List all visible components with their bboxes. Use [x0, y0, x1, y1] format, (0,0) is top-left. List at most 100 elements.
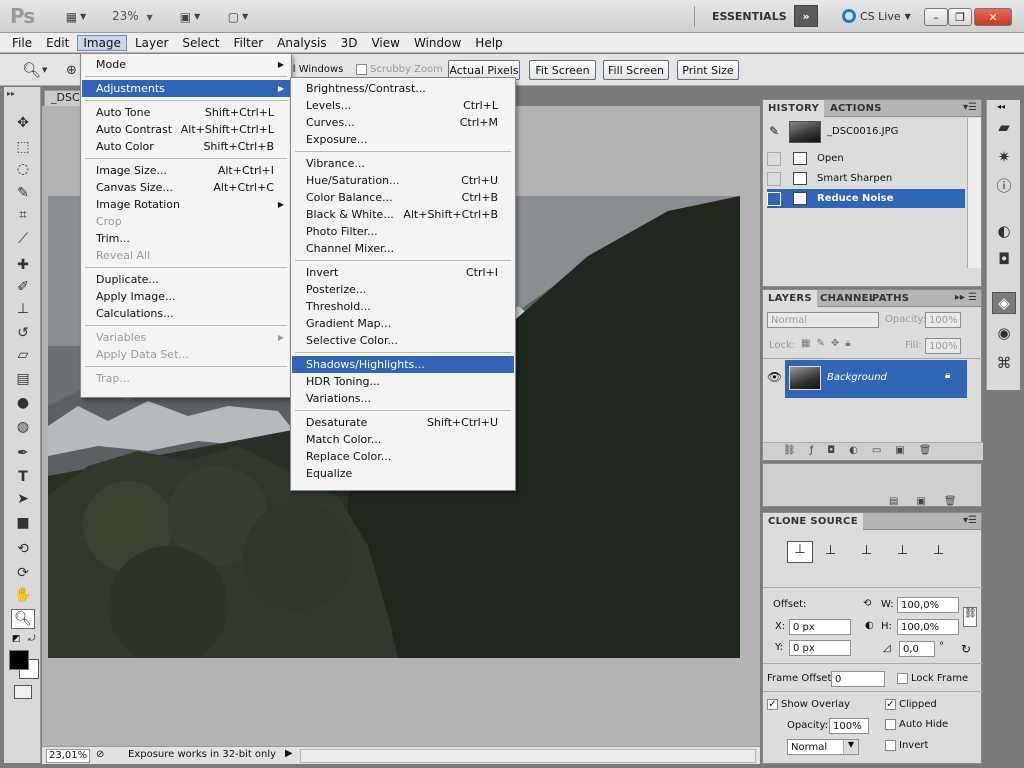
- panel-footer-icons[interactable]: ▤▣🗑: [889, 496, 975, 507]
- image-menu-item[interactable]: Mode ▶: [82, 56, 290, 73]
- panel-menu-icon[interactable]: ▾☰: [963, 515, 977, 526]
- adjustments-menu-item[interactable]: Variations...: [292, 390, 514, 407]
- image-menu-item[interactable]: Duplicate...: [82, 271, 290, 288]
- offset-y-field[interactable]: 0 px: [789, 640, 851, 656]
- menu-analysis[interactable]: Analysis: [271, 35, 332, 51]
- adjustments-menu-item[interactable]: Hue/Saturation... Ctrl+U: [292, 172, 514, 189]
- adjustments-menu-item[interactable]: Invert Ctrl+I: [292, 264, 514, 281]
- layers-footer-icons[interactable]: ⛓ƒ◘◐▭▣🗑: [763, 442, 983, 460]
- clone-source-1-button[interactable]: ⊥: [787, 541, 813, 563]
- invert-checkbox[interactable]: Invert: [885, 740, 928, 751]
- adjustments-menu-item[interactable]: Levels... Ctrl+L: [292, 97, 514, 114]
- image-menu-item[interactable]: Image Rotation ▶: [82, 196, 290, 213]
- image-menu-item[interactable]: Auto Contrast Alt+Shift+Ctrl+L: [82, 121, 290, 138]
- arrange-documents-button[interactable]: ▣ ▼: [172, 7, 208, 26]
- move-tool-icon[interactable]: ✥: [11, 113, 35, 133]
- history-step[interactable]: Smart Sharpen: [767, 169, 965, 188]
- fill-field[interactable]: 100%: [925, 338, 961, 354]
- type-tool-icon[interactable]: T: [11, 467, 35, 487]
- expand-icon[interactable]: ◂◂: [997, 102, 1005, 111]
- flip-icon[interactable]: ◐: [865, 620, 874, 631]
- clone-source-3-button[interactable]: ⊥: [861, 543, 872, 558]
- history-scrollbar[interactable]: [967, 118, 981, 268]
- adjustments-menu-item[interactable]: Brightness/Contrast...: [292, 80, 514, 97]
- chevron-down-icon[interactable]: ▼: [42, 66, 47, 74]
- quick-select-tool-icon[interactable]: ✎: [11, 183, 35, 203]
- fit-screen-button[interactable]: Fit Screen: [529, 60, 596, 80]
- menu-edit[interactable]: Edit: [40, 35, 75, 51]
- menu-select[interactable]: Select: [176, 35, 225, 51]
- tab-actions[interactable]: ACTIONS: [825, 100, 887, 117]
- adjustments-menu-item[interactable]: Equalize: [292, 465, 514, 482]
- adjustments-panel-icon[interactable]: ◐: [992, 220, 1016, 242]
- 3d-rotate-tool-icon[interactable]: ⟲: [11, 539, 35, 559]
- clone-source-5-button[interactable]: ⊥: [933, 543, 944, 558]
- adjustments-menu-item[interactable]: Color Balance... Ctrl+B: [292, 189, 514, 206]
- adjustments-menu-item[interactable]: Match Color...: [292, 431, 514, 448]
- image-menu-item[interactable]: Apply Data Set...: [82, 346, 290, 363]
- history-brush-tool-icon[interactable]: ↺: [11, 323, 35, 343]
- eyedropper-tool-icon[interactable]: ⟋: [11, 229, 35, 249]
- zoom-in-icon[interactable]: ⊕: [66, 63, 77, 78]
- menu-file[interactable]: File: [6, 35, 38, 51]
- dodge-tool-icon[interactable]: ◍: [11, 417, 35, 437]
- zoom-field[interactable]: 23,01%: [46, 749, 90, 763]
- tab-history[interactable]: HISTORY: [763, 100, 825, 117]
- clone-source-4-button[interactable]: ⊥: [897, 543, 908, 558]
- screen-mode-button[interactable]: ▢ ▼: [220, 7, 256, 26]
- lock-icons[interactable]: ▦✎✥🔒︎: [801, 338, 857, 349]
- zoom-tool-icon[interactable]: 🔍︎: [11, 609, 35, 629]
- lock-frame-checkbox[interactable]: Lock Frame: [897, 673, 968, 684]
- clone-source-2-button[interactable]: ⊥: [825, 543, 836, 558]
- histogram-panel-icon[interactable]: ▰: [992, 116, 1016, 138]
- height-scale-field[interactable]: 100,0%: [897, 619, 959, 635]
- image-menu-item[interactable]: Trap...: [82, 370, 290, 387]
- status-options-icon[interactable]: ⊘: [96, 749, 104, 760]
- adjustments-menu-item[interactable]: Threshold...: [292, 298, 514, 315]
- scrubby-zoom-checkbox[interactable]: Scrubby Zoom: [356, 64, 443, 75]
- eye-icon[interactable]: 👁︎: [767, 370, 782, 384]
- marquee-tool-icon[interactable]: ⬚: [11, 137, 35, 157]
- image-menu-item[interactable]: Trim...: [82, 230, 290, 247]
- path-select-tool-icon[interactable]: ➤: [11, 489, 35, 509]
- offset-x-field[interactable]: 0 px: [789, 619, 851, 635]
- frame-offset-field[interactable]: 0: [831, 671, 885, 687]
- image-menu-item[interactable]: Auto Tone Shift+Ctrl+L: [82, 104, 290, 121]
- status-menu-arrow-icon[interactable]: ▶: [285, 748, 293, 759]
- clone-stamp-tool-icon[interactable]: ⊥: [11, 299, 35, 319]
- image-menu-item[interactable]: Auto Color Shift+Ctrl+B: [82, 138, 290, 155]
- image-menu-item[interactable]: Image Size... Alt+Ctrl+I: [82, 162, 290, 179]
- adjustments-menu-item[interactable]: Black & White... Alt+Shift+Ctrl+B: [292, 206, 514, 223]
- zoom-level[interactable]: 23% ▼: [112, 9, 153, 23]
- menu-3d[interactable]: 3D: [335, 35, 364, 51]
- overlay-opacity-field[interactable]: 100%: [829, 718, 869, 734]
- history-brush-source-icon[interactable]: ✎: [769, 124, 779, 138]
- workspace-label[interactable]: ESSENTIALS: [712, 10, 787, 23]
- launch-bridge-button[interactable]: ▦ ▼: [58, 7, 94, 26]
- brush-tool-icon[interactable]: ✐: [11, 277, 35, 297]
- restore-button[interactable]: ❐: [948, 8, 972, 26]
- image-menu-item[interactable]: Variables ▶: [82, 329, 290, 346]
- navigator-panel-icon[interactable]: ✷: [992, 146, 1016, 168]
- adjustments-menu-item[interactable]: Exposure...: [292, 131, 514, 148]
- blur-tool-icon[interactable]: ●: [11, 393, 35, 413]
- panel-menu-icon[interactable]: ▾☰: [963, 102, 977, 113]
- 3d-orbit-tool-icon[interactable]: ⟳: [11, 563, 35, 583]
- swap-colors-icon[interactable]: ⤾: [28, 634, 36, 644]
- width-scale-field[interactable]: 100,0%: [897, 597, 959, 613]
- adjustments-menu-item[interactable]: Shadows/Highlights...: [292, 356, 514, 373]
- adjustments-menu-item[interactable]: Desaturate Shift+Ctrl+U: [292, 414, 514, 431]
- info-panel-icon[interactable]: ⓘ: [992, 174, 1016, 196]
- image-menu-item[interactable]: Apply Image...: [82, 288, 290, 305]
- cs-live-button[interactable]: CS Live ▼: [842, 9, 911, 23]
- adjustments-menu-item[interactable]: Gradient Map...: [292, 315, 514, 332]
- foreground-color-swatch[interactable]: [9, 650, 29, 670]
- crop-tool-icon[interactable]: ⌗: [11, 205, 35, 225]
- shape-tool-icon[interactable]: ■: [11, 513, 35, 533]
- adjustments-menu-item[interactable]: Curves... Ctrl+M: [292, 114, 514, 131]
- adjustments-menu-item[interactable]: Selective Color...: [292, 332, 514, 349]
- snapshot-name[interactable]: _DSC0016.JPG: [827, 126, 898, 137]
- menu-layer[interactable]: Layer: [129, 35, 174, 51]
- quick-mask-icon[interactable]: [14, 685, 32, 699]
- adjustments-menu-item[interactable]: Vibrance...: [292, 155, 514, 172]
